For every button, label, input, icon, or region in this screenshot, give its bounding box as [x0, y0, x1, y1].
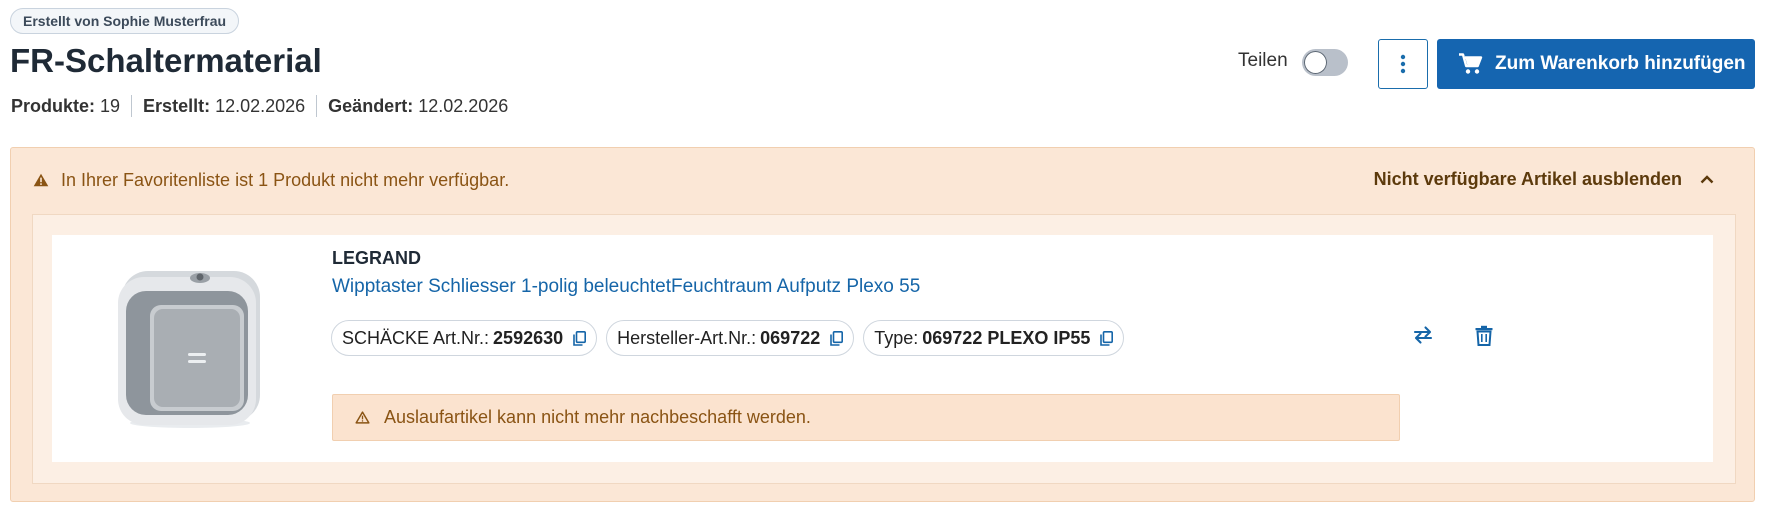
chip-schaecke-article: SCHÄCKE Art.Nr.: 2592630 — [331, 320, 598, 356]
unavailable-alert: In Ihrer Favoritenliste ist 1 Produkt ni… — [10, 147, 1755, 502]
copy-icon[interactable] — [573, 330, 587, 346]
warning-icon — [355, 411, 370, 424]
add-to-cart-label: Zum Warenkorb hinzufügen — [1495, 53, 1746, 74]
chip-label: Hersteller-Art.Nr.: — [617, 327, 757, 348]
trash-icon[interactable] — [1475, 325, 1493, 346]
article-number-chips: SCHÄCKE Art.Nr.: 2592630 Hersteller-Art.… — [331, 320, 1133, 356]
chip-manufacturer-article: Hersteller-Art.Nr.: 069722 — [606, 320, 855, 356]
add-to-cart-button[interactable]: Zum Warenkorb hinzufügen — [1437, 39, 1755, 89]
page-title: FR-Schaltermaterial — [10, 42, 322, 79]
end-of-life-notice: Auslaufartikel kann nicht mehr nachbesch… — [332, 394, 1400, 441]
meta-changed-label: Geändert: — [328, 95, 414, 116]
alert-message: In Ihrer Favoritenliste ist 1 Produkt ni… — [61, 170, 510, 190]
meta-products-value: 19 — [100, 95, 121, 116]
chip-value: 2592630 — [493, 327, 564, 348]
meta-changed-value: 12.02.2026 — [418, 95, 509, 116]
copy-icon[interactable] — [1100, 330, 1114, 346]
swap-icon[interactable] — [1413, 325, 1433, 345]
chip-value: 069722 PLEXO IP55 — [922, 327, 1091, 348]
chip-value: 069722 — [760, 327, 821, 348]
product-name-link[interactable]: Wipptaster Schliesser 1-polig beleuchtet… — [332, 276, 920, 298]
meta-divider — [316, 95, 318, 117]
meta-products-label: Produkte: — [11, 95, 96, 116]
meta-products: Produkte: 19 — [11, 96, 120, 117]
creator-badge: Erstellt von Sophie Musterfrau — [10, 8, 240, 34]
meta-changed: Geändert: 12.02.2026 — [328, 96, 508, 117]
more-options-button[interactable] — [1378, 39, 1428, 89]
product-brand: LEGRAND — [332, 248, 421, 268]
chip-type: Type: 069722 PLEXO IP55 — [863, 320, 1125, 356]
meta-created-label: Erstellt: — [143, 95, 211, 116]
cart-icon — [1459, 53, 1483, 74]
chip-label: Type: — [874, 327, 919, 348]
chevron-up-icon — [1700, 175, 1714, 184]
unavailable-items: LEGRAND Wipptaster Schliesser 1-polig be… — [32, 214, 1736, 484]
product-card: LEGRAND Wipptaster Schliesser 1-polig be… — [52, 235, 1713, 462]
copy-icon[interactable] — [830, 330, 844, 346]
chip-label: SCHÄCKE Art.Nr.: — [342, 327, 490, 348]
meta-divider — [131, 95, 133, 117]
product-image — [118, 271, 260, 428]
share-toggle[interactable] — [1302, 49, 1348, 76]
hide-unavailable-label: Nicht verfügbare Artikel ausblenden — [1373, 169, 1682, 189]
warning-icon — [33, 173, 49, 187]
meta-created: Erstellt: 12.02.2026 — [143, 96, 305, 117]
hide-unavailable-toggle[interactable]: Nicht verfügbare Artikel ausblenden — [1374, 169, 1714, 190]
share-toggle-knob — [1304, 51, 1327, 74]
share-label: Teilen — [1238, 50, 1288, 71]
list-meta: Produkte: 19 Erstellt: 12.02.2026 Geände… — [11, 95, 508, 117]
vertical-dots-icon — [1400, 54, 1406, 74]
end-of-life-text: Auslaufartikel kann nicht mehr nachbesch… — [384, 407, 811, 427]
meta-created-value: 12.02.2026 — [215, 95, 306, 116]
